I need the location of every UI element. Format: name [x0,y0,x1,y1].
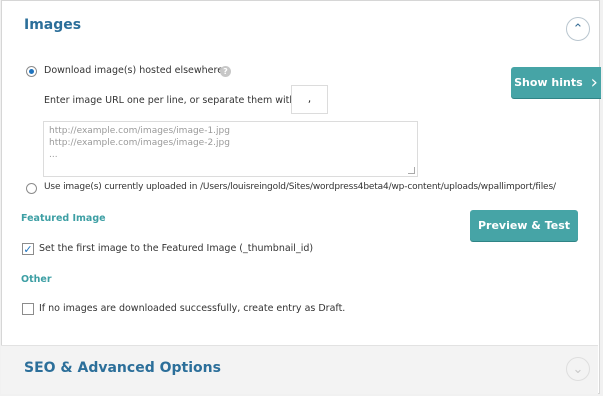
chevron-right-icon: › [590,71,598,93]
preview-test-button[interactable]: Preview & Test [470,210,578,241]
seo-section-title: SEO & Advanced Options [24,360,221,376]
draft-on-failure-label: If no images are downloaded successfully… [39,303,346,314]
download-images-label: Download image(s) hosted elsewhere [44,65,224,76]
checkmark-icon: ✓ [23,242,33,256]
other-heading: Other [21,274,52,285]
import-options-panel [1,0,600,394]
separator-input[interactable]: , [291,85,328,114]
images-section-title: Images [24,17,82,33]
chevron-up-icon: ⌃ [572,21,584,37]
textarea-placeholder-line: http://example.com/images/image-2.jpg [49,138,230,148]
textarea-placeholder-line: http://example.com/images/image-1.jpg [49,126,230,136]
draft-on-failure-checkbox[interactable] [22,303,34,315]
url-instruction-text: Enter image URL one per line, or separat… [44,95,305,106]
images-collapse-button[interactable]: ⌃ [566,17,590,41]
featured-image-checkbox[interactable]: ✓ [22,243,34,255]
chevron-down-icon: ⌄ [572,361,584,377]
image-urls-textarea[interactable]: http://example.com/images/image-1.jpg ht… [43,121,418,177]
textarea-placeholder-line: ... [49,150,58,160]
featured-image-checkbox-label: Set the first image to the Featured Imag… [39,243,314,254]
show-hints-button[interactable]: Show hints › [511,67,601,98]
seo-expand-button[interactable]: ⌄ [566,357,590,381]
question-mark-icon[interactable]: ? [220,66,231,77]
show-hints-label: Show hints [514,76,583,89]
resize-grip-icon[interactable] [408,167,415,174]
download-images-radio[interactable] [26,66,37,77]
use-uploaded-images-label: Use image(s) currently uploaded in /User… [44,182,556,192]
featured-image-heading: Featured Image [21,213,106,224]
use-uploaded-images-radio[interactable] [26,183,37,194]
